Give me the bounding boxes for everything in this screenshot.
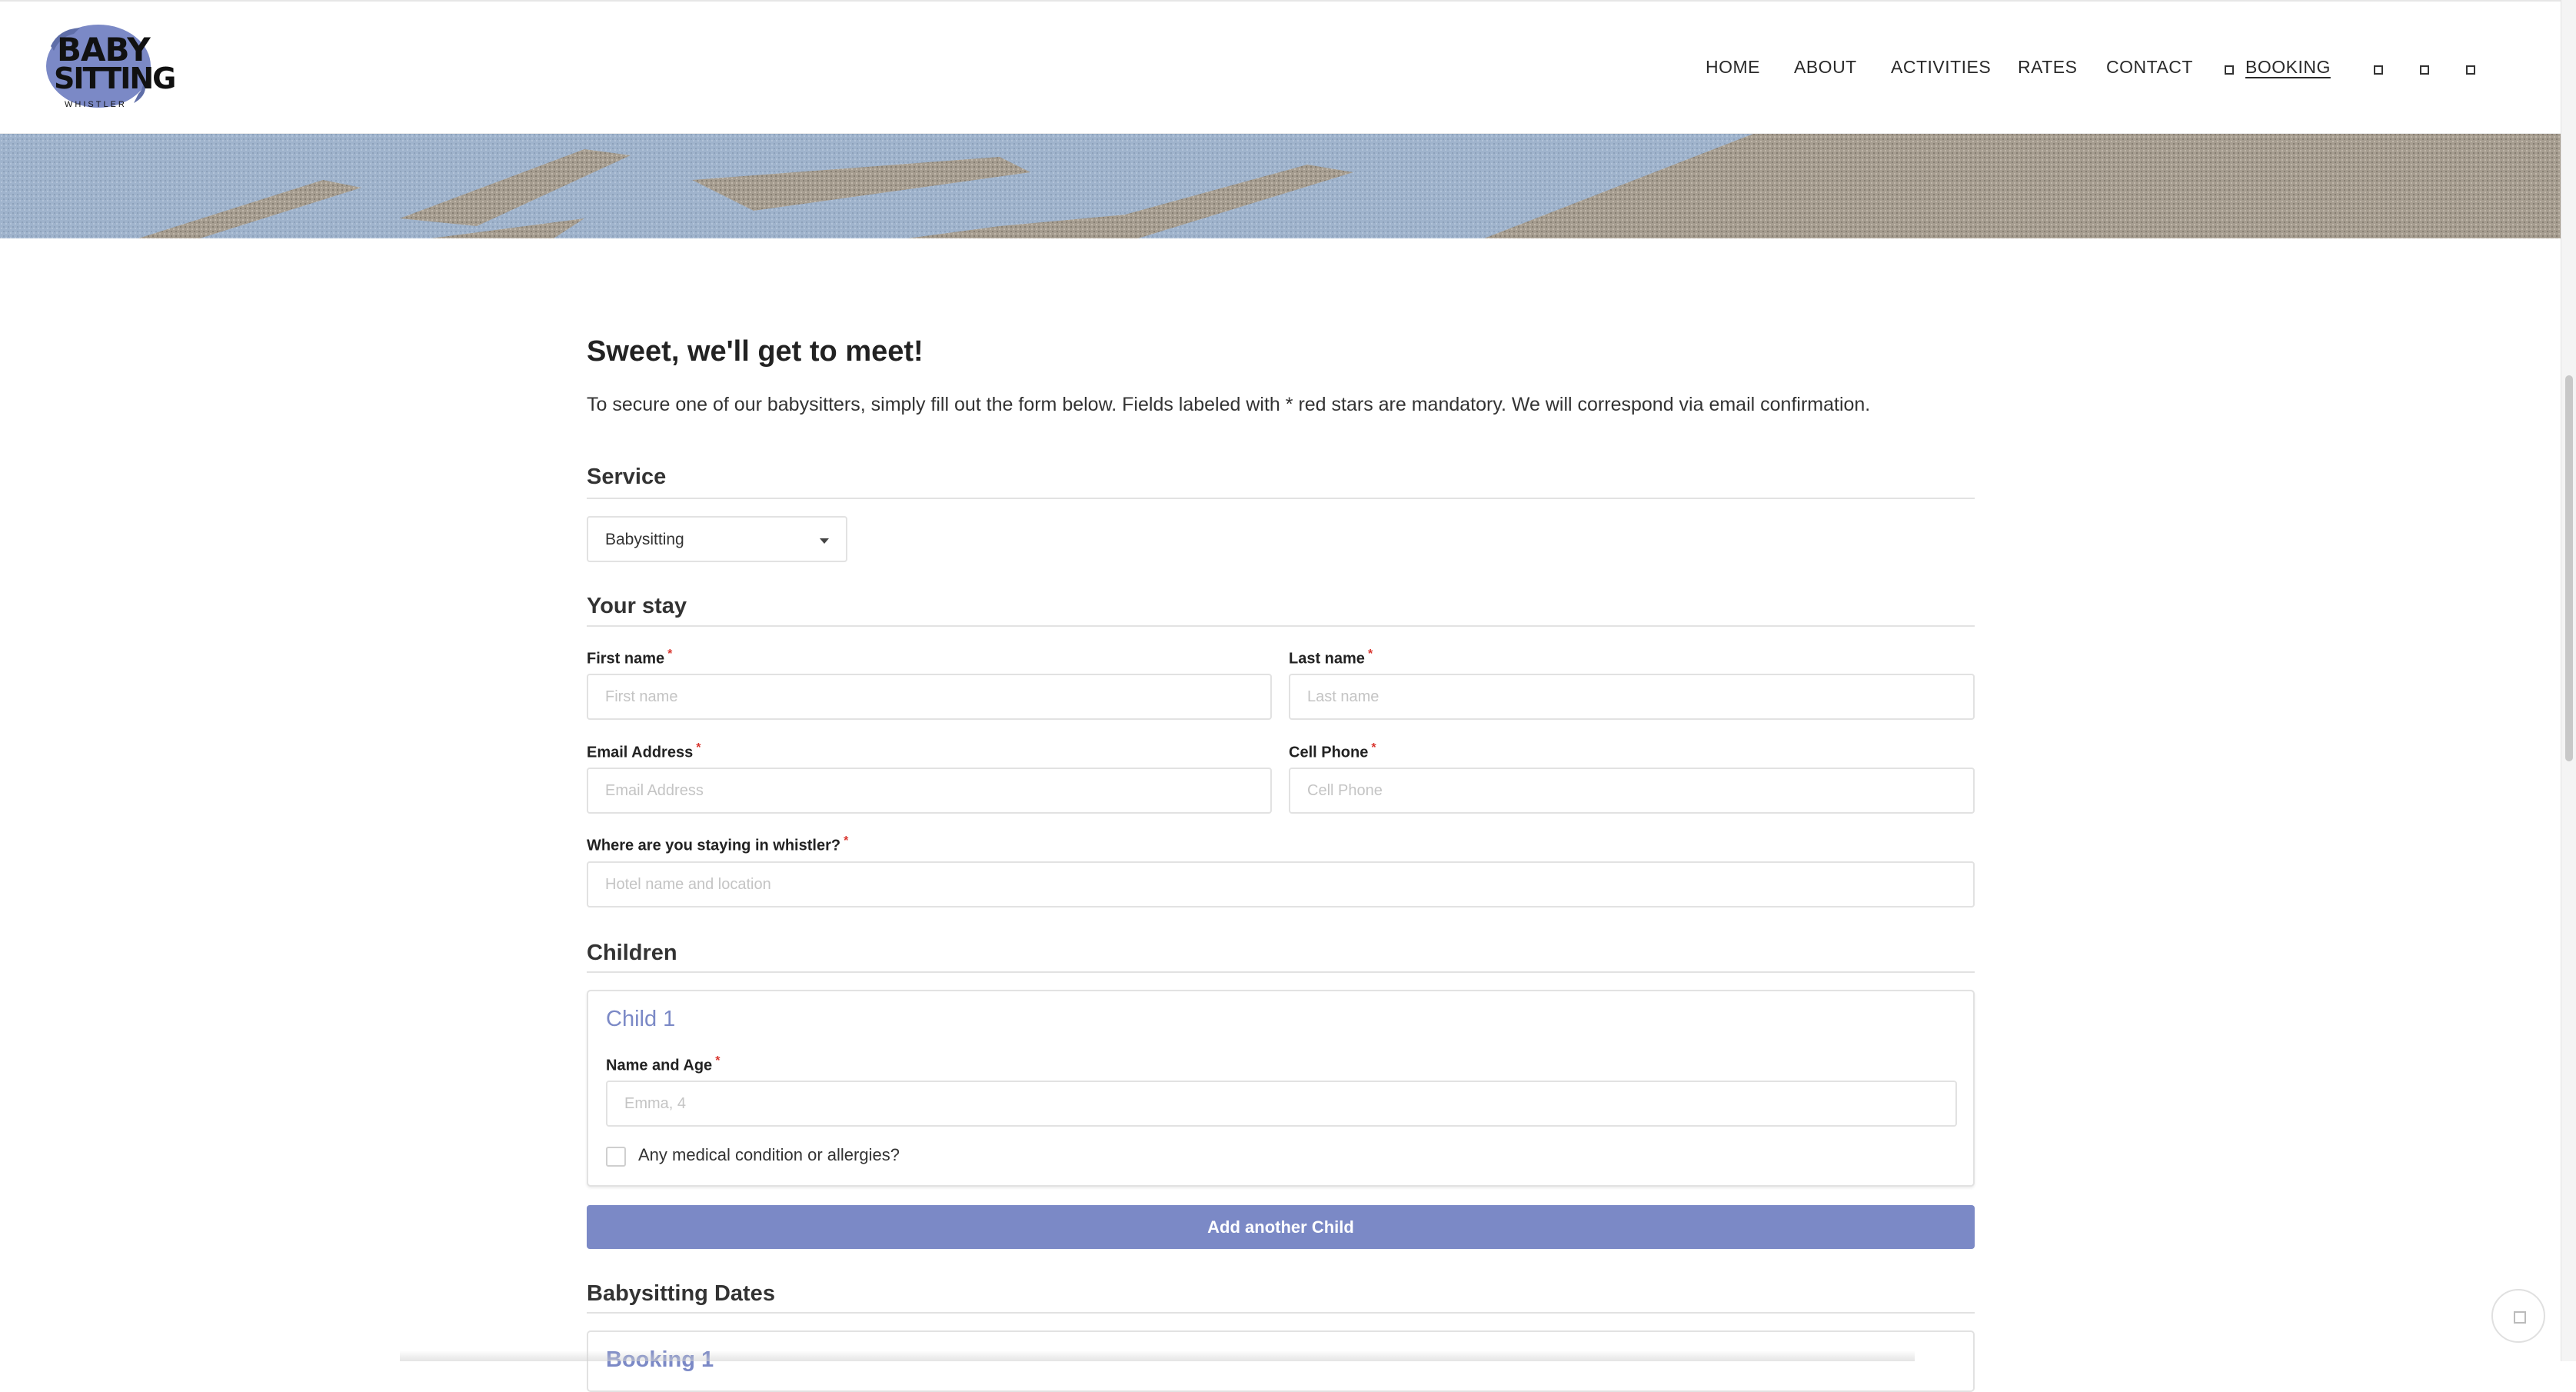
site-header: BABY SITTING WHISTLER HOME ABOUT ACTIVIT… [0,0,2561,134]
email-label: Email Address * [587,741,701,762]
floating-action-button[interactable] [2491,1289,2545,1343]
children-section-title: Children [587,941,677,965]
children-divider [587,971,1975,973]
last-name-label-text: Last name [1289,650,1365,668]
where-staying-label: Where are you staying in whistler? * [587,834,848,855]
last-name-input[interactable] [1289,674,1975,720]
medical-checkbox-label[interactable]: Any medical condition or allergies? [638,1145,900,1165]
service-select[interactable]: Babysitting [587,516,847,562]
hero-banner [0,134,2561,238]
required-star: * [715,1054,721,1067]
nav-rates[interactable]: RATES [2018,57,2077,78]
dates-section-title: Babysitting Dates [587,1281,775,1306]
nav-home[interactable]: HOME [1706,57,1760,78]
last-name-label: Last name * [1289,648,1373,668]
cell-phone-input[interactable] [1289,768,1975,814]
logo-text-sitting: SITTING [54,62,176,95]
chevron-down-icon [820,538,829,544]
nav-activities[interactable]: ACTIVITIES [1891,57,1991,78]
first-name-label-text: First name [587,650,665,668]
required-star: * [844,834,849,848]
stay-divider [587,625,1975,627]
page-heading: Sweet, we'll get to meet! [587,335,924,368]
medical-checkbox[interactable] [606,1147,626,1167]
required-star: * [1371,741,1376,754]
email-label-text: Email Address [587,744,694,761]
nav-booking[interactable]: BOOKING [2245,57,2331,78]
square-icon [2514,1311,2526,1324]
name-age-label-text: Name and Age [606,1057,713,1074]
first-name-label: First name * [587,648,672,668]
booking-nav-icon [2225,65,2234,75]
social-icon-2[interactable] [2420,65,2429,75]
logo-text-whistler: WHISTLER [65,100,127,109]
nav-about[interactable]: ABOUT [1794,57,1857,78]
child-card: Child 1 Name and Age* Any medical condit… [587,990,1975,1187]
service-divider [587,498,1975,499]
add-child-button[interactable]: Add another Child [587,1205,1975,1249]
name-age-input[interactable] [606,1081,1957,1127]
site-logo[interactable]: BABY SITTING WHISTLER [43,23,176,115]
first-name-input[interactable] [587,674,1272,720]
child-title: Child 1 [606,1007,676,1031]
dates-divider [587,1312,1975,1314]
social-icon-3[interactable] [2466,65,2475,75]
required-star: * [1367,648,1373,661]
required-star: * [696,741,701,754]
where-staying-label-text: Where are you staying in whistler? [587,837,841,854]
booking-card: Booking 1 [587,1330,1975,1392]
where-staying-input[interactable] [587,861,1975,907]
social-icon-1[interactable] [2374,65,2383,75]
cell-phone-label: Cell Phone * [1289,741,1376,762]
bottom-shadow [400,1350,1915,1361]
name-age-label: Name and Age * [606,1054,720,1075]
email-input[interactable] [587,768,1272,814]
intro-text: To secure one of our babysitters, simply… [587,394,1871,415]
nav-contact[interactable]: CONTACT [2106,57,2193,78]
cell-phone-label-text: Cell Phone [1289,744,1369,761]
required-star: * [667,648,673,661]
hero-image [0,134,2561,238]
scrollbar-thumb[interactable] [2565,375,2573,761]
stay-section-title: Your stay [587,594,687,618]
service-section-title: Service [587,465,667,489]
service-select-value: Babysitting [605,531,684,548]
